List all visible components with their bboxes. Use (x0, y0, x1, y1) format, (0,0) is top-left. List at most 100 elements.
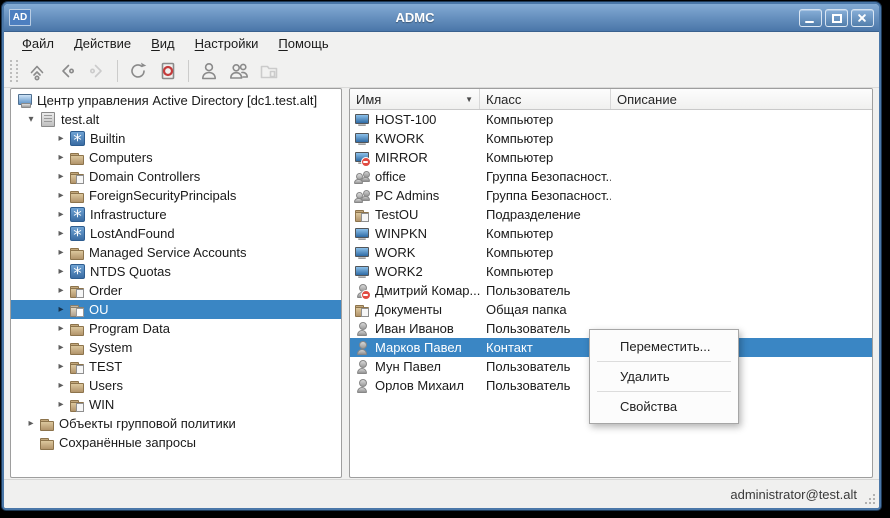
expand-arrow-icon[interactable]: ▸ (53, 323, 69, 334)
tree-item[interactable]: ▸System (11, 338, 341, 357)
table-row[interactable]: KWORKКомпьютер (350, 129, 872, 148)
expand-arrow-icon[interactable]: ▸ (23, 418, 39, 429)
expand-arrow-icon[interactable]: ▸ (53, 133, 69, 144)
expand-arrow-icon[interactable]: ▸ (53, 285, 69, 296)
table-row[interactable]: WORKКомпьютер (350, 243, 872, 262)
table-row[interactable]: PC Admins Группа Безопасност... (350, 186, 872, 205)
page-badge (76, 365, 84, 374)
tree-item[interactable]: ▸ NTDS Quotas (11, 262, 341, 281)
table-row[interactable]: TestOUПодразделение (350, 205, 872, 224)
context-menu-item[interactable]: Свойства (590, 394, 738, 419)
resize-grip[interactable] (873, 502, 875, 504)
toolbar-separator (188, 60, 189, 82)
tree-item[interactable]: ▸Managed Service Accounts (11, 243, 341, 262)
tree-item[interactable]: ▸ Builtin (11, 129, 341, 148)
expand-arrow-icon[interactable]: ▸ (53, 190, 69, 201)
table-row[interactable]: officeГруппа Безопасност... (350, 167, 872, 186)
menu-Действие[interactable]: Действие (64, 33, 141, 54)
expand-arrow-icon[interactable]: ▸ (53, 266, 69, 277)
object-name: Дмитрий Комар... (375, 283, 480, 298)
object-name: HOST-100 (375, 112, 436, 127)
object-name: Орлов Михаил (375, 378, 464, 393)
title-bar[interactable]: AD ADMC (4, 4, 879, 32)
navigate-forward-icon (86, 60, 108, 82)
builtin-icon (70, 226, 85, 241)
column-header-2[interactable]: Класс (480, 89, 611, 109)
expand-arrow-icon[interactable]: ▸ (53, 247, 69, 258)
tree-item[interactable]: ▸Order (11, 281, 341, 300)
menu-Вид[interactable]: Вид (141, 33, 185, 54)
create-group-button[interactable] (224, 57, 254, 85)
object-name: Мун Павел (375, 359, 441, 374)
expand-arrow-icon[interactable]: ▸ (53, 361, 69, 372)
object-name: PC Admins (375, 188, 439, 203)
tree-item[interactable]: ▾test.alt (11, 110, 341, 129)
tree-item[interactable]: ▸TEST (11, 357, 341, 376)
table-row[interactable]: WORK2Компьютер (350, 262, 872, 281)
tree-item[interactable]: ▸Computers (11, 148, 341, 167)
create-user-icon (198, 60, 220, 82)
table-row[interactable]: Дмитрий Комар...Пользователь (350, 281, 872, 300)
tree-item-label: Builtin (90, 131, 125, 146)
menu-bar: ФайлДействиеВидНастройкиПомощь (4, 32, 879, 54)
expand-arrow-icon[interactable]: ▸ (53, 209, 69, 220)
expand-arrow-icon[interactable]: ▸ (53, 399, 69, 410)
table-row[interactable]: ДокументыОбщая папка (350, 300, 872, 319)
page-badge (361, 213, 369, 222)
menu-separator (597, 391, 731, 392)
expand-arrow-icon[interactable]: ▸ (53, 304, 69, 315)
menu-Настройки[interactable]: Настройки (185, 33, 269, 54)
table-row[interactable]: WINPKNКомпьютер (350, 224, 872, 243)
cell-class: Компьютер (480, 131, 611, 146)
collapse-arrow-icon[interactable]: ▾ (23, 114, 39, 125)
close-button[interactable] (851, 9, 874, 27)
expand-arrow-icon[interactable]: ▸ (53, 342, 69, 353)
tree-item-label: NTDS Quotas (90, 264, 171, 279)
cell-class: Общая папка (480, 302, 611, 317)
tree-item[interactable]: ▸Users (11, 376, 341, 395)
folder-icon (39, 416, 55, 432)
tree-item[interactable]: ▸ForeignSecurityPrincipals (11, 186, 341, 205)
cell-class: Пользователь (480, 283, 611, 298)
tree-item-label: Объекты групповой политики (59, 416, 236, 431)
menu-Помощь[interactable]: Помощь (268, 33, 338, 54)
navigate-up-button[interactable] (22, 57, 52, 85)
group-icon (354, 169, 370, 185)
context-menu-item[interactable]: Удалить (590, 364, 738, 389)
maximize-button[interactable] (825, 9, 848, 27)
tree-item[interactable]: Центр управления Active Directory [dc1.t… (11, 91, 341, 110)
tree-item-label: LostAndFound (90, 226, 175, 241)
tree-item[interactable]: ▸WIN (11, 395, 341, 414)
object-name: MIRROR (375, 150, 428, 165)
toolbar-grip[interactable] (10, 60, 18, 82)
table-row[interactable]: MIRRORКомпьютер (350, 148, 872, 167)
column-header-3[interactable]: Описание (611, 89, 872, 109)
minimize-button[interactable] (799, 9, 822, 27)
refresh-icon (127, 60, 149, 82)
navigate-back-button[interactable] (52, 57, 82, 85)
folder-icon (69, 245, 85, 261)
tree-item[interactable]: ▸ LostAndFound (11, 224, 341, 243)
tree-item[interactable]: Сохранённые запросы (11, 433, 341, 452)
expand-arrow-icon[interactable]: ▸ (53, 380, 69, 391)
menu-Файл[interactable]: Файл (12, 33, 64, 54)
table-row[interactable]: HOST-100Компьютер (350, 110, 872, 129)
cell-name: MIRROR (350, 150, 480, 166)
refresh-button[interactable] (123, 57, 153, 85)
column-header-1[interactable]: Имя▼ (350, 89, 480, 109)
filter-button[interactable] (153, 57, 183, 85)
expand-arrow-icon[interactable]: ▸ (53, 152, 69, 163)
tree-item[interactable]: ▸Domain Controllers (11, 167, 341, 186)
create-user-button[interactable] (194, 57, 224, 85)
tree-item[interactable]: ▸OU (11, 300, 341, 319)
cell-class: Компьютер (480, 226, 611, 241)
context-menu-item[interactable]: Переместить... (590, 334, 738, 359)
expand-arrow-icon[interactable]: ▸ (53, 228, 69, 239)
expand-arrow-icon[interactable]: ▸ (53, 171, 69, 182)
cell-class: Группа Безопасност... (480, 188, 611, 203)
tree-item[interactable]: ▸ Объекты групповой политики (11, 414, 341, 433)
builtin-icon (70, 131, 85, 146)
tree-item[interactable]: ▸Infrastructure (11, 205, 341, 224)
tree-item[interactable]: ▸Program Data (11, 319, 341, 338)
cell-class: Компьютер (480, 264, 611, 279)
